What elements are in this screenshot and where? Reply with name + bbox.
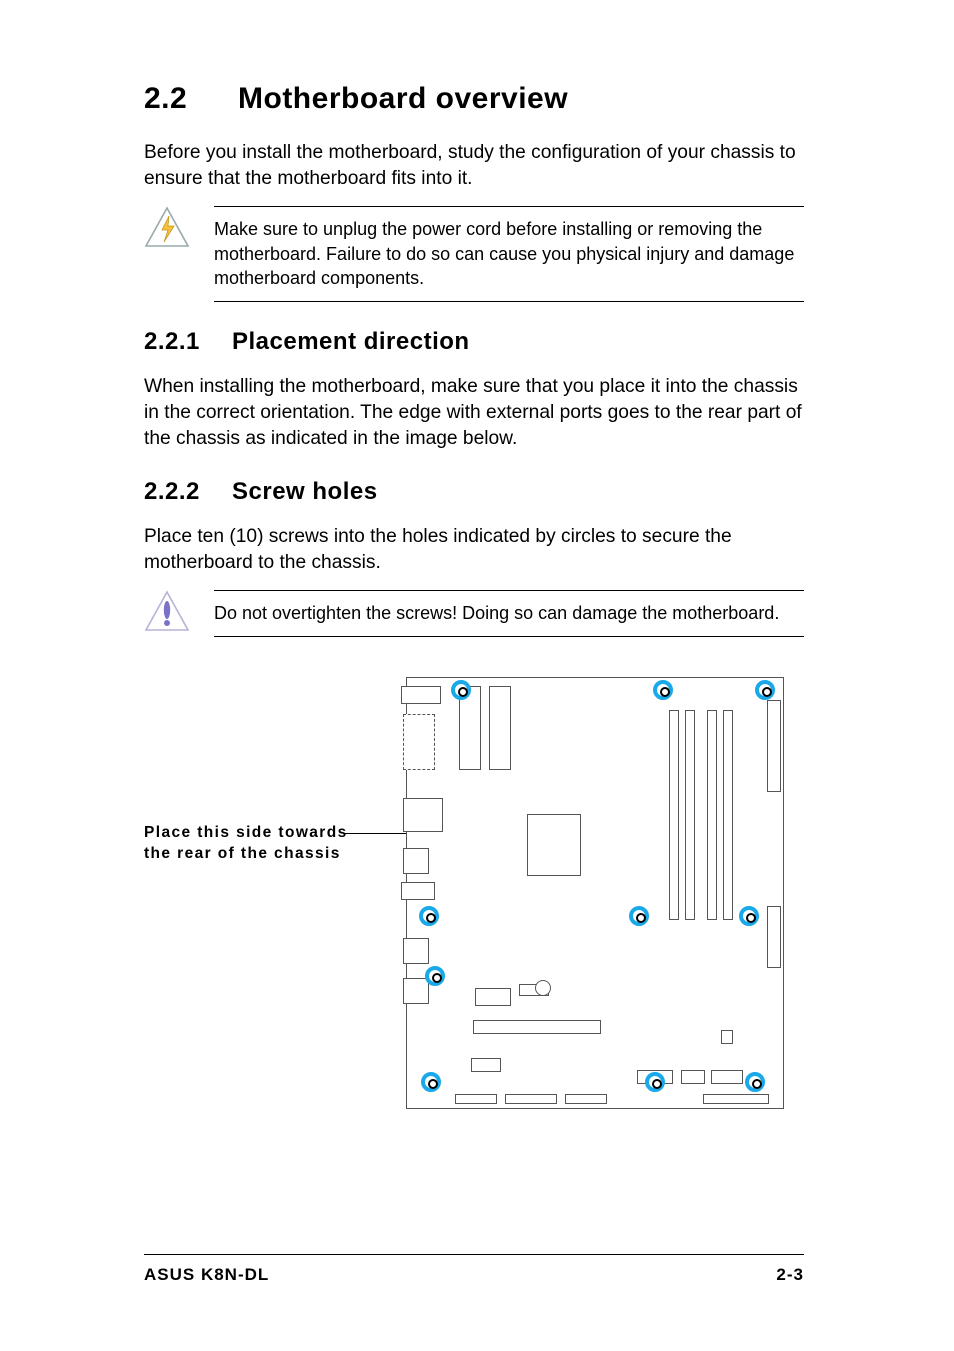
subsection-number: 2.2.1 — [144, 328, 232, 356]
subsection-body-1: When installing the motherboard, make su… — [144, 374, 804, 452]
screw-hole-icon — [425, 966, 445, 986]
subsection-body-2: Place ten (10) screws into the holes ind… — [144, 524, 804, 576]
screw-hole-icon — [755, 680, 775, 700]
screw-hole-icon — [451, 680, 471, 700]
label-leader-line — [344, 833, 406, 834]
screw-hole-icon — [419, 906, 439, 926]
screw-hole-icon — [645, 1072, 665, 1092]
diagram-side-label: Place this side towards the rear of the … — [144, 823, 348, 865]
page-footer: ASUS K8N-DL 2-3 — [144, 1254, 804, 1285]
section-title: Motherboard overview — [238, 82, 568, 115]
motherboard-outline — [406, 677, 784, 1109]
screw-hole-icon — [739, 906, 759, 926]
exclamation-caution-icon — [144, 590, 190, 636]
screw-hole-icon — [745, 1072, 765, 1092]
footer-product: ASUS K8N-DL — [144, 1265, 269, 1285]
motherboard-diagram: Place this side towards the rear of the … — [144, 671, 804, 1131]
section-heading: 2.2Motherboard overview — [144, 82, 804, 116]
footer-page-number: 2-3 — [776, 1265, 804, 1285]
subsection-heading-1: 2.2.1Placement direction — [144, 328, 804, 356]
section-number: 2.2 — [144, 82, 238, 116]
warning-text: Make sure to unplug the power cord befor… — [214, 217, 804, 290]
subsection-title: Screw holes — [232, 478, 378, 505]
lightning-warning-icon — [144, 206, 190, 252]
intro-paragraph: Before you install the motherboard, stud… — [144, 140, 804, 192]
screw-hole-icon — [653, 680, 673, 700]
subsection-heading-2: 2.2.2Screw holes — [144, 478, 804, 506]
subsection-number: 2.2.2 — [144, 478, 232, 506]
caution-text: Do not overtighten the screws! Doing so … — [214, 601, 804, 625]
screw-hole-icon — [421, 1072, 441, 1092]
caution-note: Do not overtighten the screws! Doing so … — [144, 590, 804, 636]
warning-note: Make sure to unplug the power cord befor… — [144, 206, 804, 301]
subsection-title: Placement direction — [232, 328, 470, 355]
screw-hole-icon — [629, 906, 649, 926]
